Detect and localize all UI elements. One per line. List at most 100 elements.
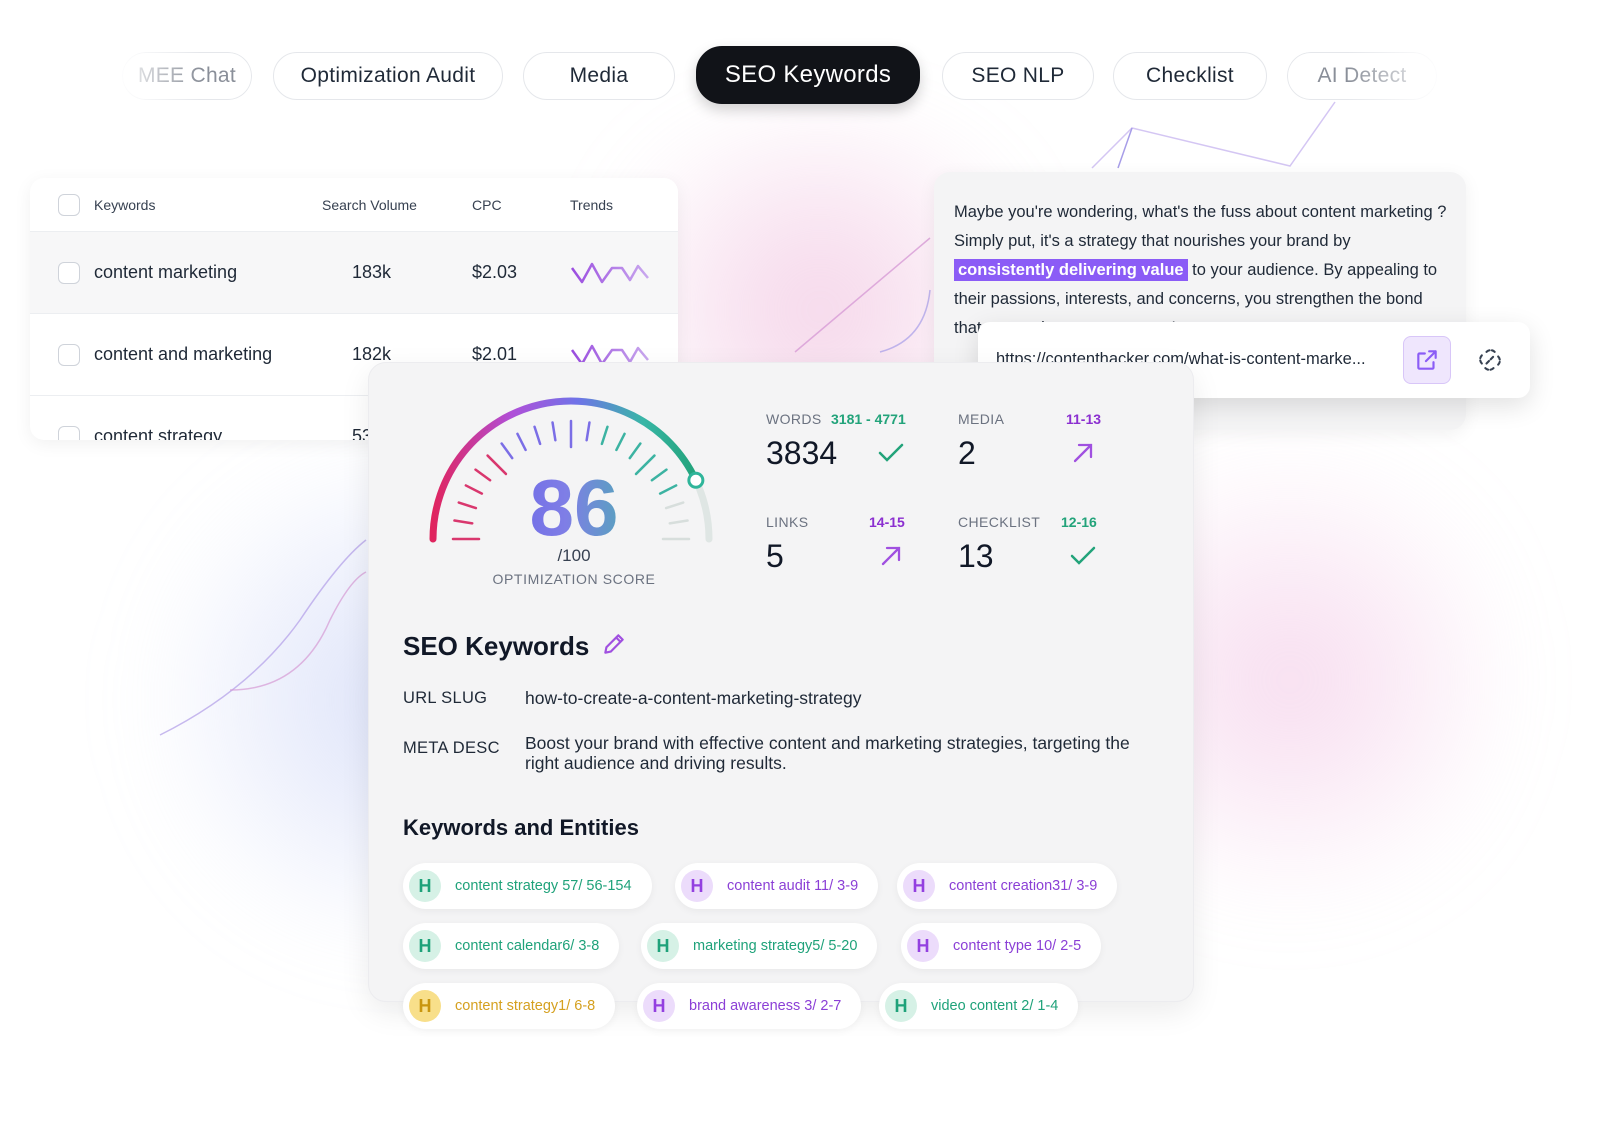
editor-text-before: Maybe you're wondering, what's the fuss … [954,203,1447,250]
entity-chip[interactable]: Hcontent type 10/ 2-5 [901,923,1102,969]
url-slug-value[interactable]: how-to-create-a-content-marketing-strate… [525,688,1145,708]
open-link-button[interactable] [1403,336,1451,384]
entity-chip[interactable]: Hcontent audit 11/ 3-9 [675,863,879,909]
entity-text: marketing strategy5/ 5-20 [693,938,858,954]
row-checkbox[interactable] [58,426,80,440]
optimization-score-card: 86 /100 OPTIMIZATION SCORE WORDS 3181 - … [368,362,1194,1029]
heading-badge: H [647,930,679,962]
score-value: 86 [489,463,659,553]
check-icon [1070,546,1096,565]
entity-chip[interactable]: Hcontent strategy1/ 6-8 [403,983,616,1029]
heading-badge: H [681,870,713,902]
tab-seo-keywords[interactable]: SEO Keywords [696,46,920,104]
table-header: Keywords Search Volume CPC Trends [30,178,678,232]
tab-bar: MEE Chat Optimization Audit Media SEO Ke… [0,46,1600,106]
heading-badge: H [409,930,441,962]
tab-ai-detect[interactable]: AI Detect [1287,52,1437,100]
unlink-icon [1479,349,1501,371]
entity-text: content strategy1/ 6-8 [455,998,596,1014]
gauge-tick [453,519,474,525]
heading-badge: H [907,930,939,962]
entity-chip[interactable]: Hvideo content 2/ 1-4 [879,983,1079,1029]
media-value: 2 [958,435,976,471]
tab-media[interactable]: Media [523,52,675,100]
gauge-tick [533,425,542,446]
entity-chip[interactable]: Hcontent strategy 57/ 56-154 [403,863,652,909]
arrow-up-right-icon [881,546,901,566]
heading-badge: H [409,870,441,902]
column-header-cpc: CPC [472,197,502,213]
words-range: 3181 - 4771 [831,411,906,427]
meta-desc-label: META DESC [403,739,500,757]
tab-mee-chat[interactable]: MEE Chat [122,52,252,100]
links-range: 14-15 [869,514,905,530]
heading-badge: H [903,870,935,902]
gauge-tick [464,484,484,495]
entity-text: video content 2/ 1-4 [931,998,1059,1014]
gauge-tick [664,501,685,510]
trend-sparkline [570,262,649,284]
keyword-cell: content and marketing [94,344,273,364]
score-label: OPTIMIZATION SCORE [492,571,656,587]
gauge-tick [658,484,678,495]
entity-text: content calendar6/ 3-8 [455,938,600,954]
highlighted-link-text[interactable]: consistently delivering value [954,259,1188,281]
checklist-label: CHECKLIST [958,514,1041,530]
keyword-cell: content strategy [94,426,223,440]
search-volume-cell: 183k [352,262,392,282]
links-label: LINKS [766,514,809,530]
cpc-cell: $2.03 [472,262,518,282]
links-value: 5 [766,538,784,574]
media-label: MEDIA [958,411,1005,427]
row-checkbox[interactable] [58,344,80,366]
gauge-tick [600,425,609,446]
words-label: WORDS [766,411,822,427]
gauge-tick [457,501,478,510]
media-range: 11-13 [1066,411,1102,427]
seo-keywords-title: SEO Keywords [403,631,590,661]
column-header-keywords: Keywords [94,197,156,213]
entity-text: content strategy 57/ 56-154 [455,878,632,894]
remove-link-button[interactable] [1466,336,1514,384]
tab-optimization-audit[interactable]: Optimization Audit [273,52,503,100]
entity-text: content creation31/ 3-9 [949,878,1098,894]
pencil-icon[interactable] [601,631,627,657]
check-icon [878,443,904,462]
entity-text: content type 10/ 2-5 [953,938,1082,954]
tab-seo-nlp[interactable]: SEO NLP [942,52,1094,100]
entity-text: brand awareness 3/ 2-7 [689,998,842,1014]
gauge-tick [668,519,689,525]
gauge-tick [516,432,527,452]
score-max: /100 [557,546,591,565]
column-header-trends: Trends [570,197,614,213]
row-checkbox[interactable] [58,262,80,284]
heading-badge: H [409,990,441,1022]
tab-checklist[interactable]: Checklist [1113,52,1267,100]
keyword-cell: content marketing [94,262,238,282]
external-link-icon [1417,350,1437,370]
entity-chip[interactable]: Hmarketing strategy5/ 5-20 [641,923,878,969]
url-slug-label: URL SLUG [403,689,488,707]
checklist-value: 13 [958,538,994,574]
gauge-tick [628,442,642,460]
checklist-range: 12-16 [1061,514,1097,530]
entity-chip[interactable]: Hcontent calendar6/ 3-8 [403,923,620,969]
heading-badge: H [885,990,917,1022]
column-header-search-volume: Search Volume [322,197,417,213]
gauge-tick [551,421,557,442]
entity-text: content audit 11/ 3-9 [727,878,859,894]
gauge-tick [585,421,591,442]
entity-chip[interactable]: Hbrand awareness 3/ 2-7 [637,983,862,1029]
words-value: 3834 [766,435,838,471]
entity-chip[interactable]: Hcontent creation31/ 3-9 [897,863,1118,909]
gauge-tick [615,432,626,452]
arrow-up-right-icon [1073,443,1093,463]
meta-desc-value[interactable]: Boost your brand with effective content … [525,733,1145,773]
gauge-tick [474,468,492,482]
heading-badge: H [643,990,675,1022]
keywords-entities-title: Keywords and Entities [403,815,639,840]
table-row[interactable]: content marketing 183k $2.03 [30,232,678,314]
gauge-indicator [687,471,705,489]
gauge-tick [500,442,514,460]
select-all-checkbox[interactable] [58,194,80,216]
